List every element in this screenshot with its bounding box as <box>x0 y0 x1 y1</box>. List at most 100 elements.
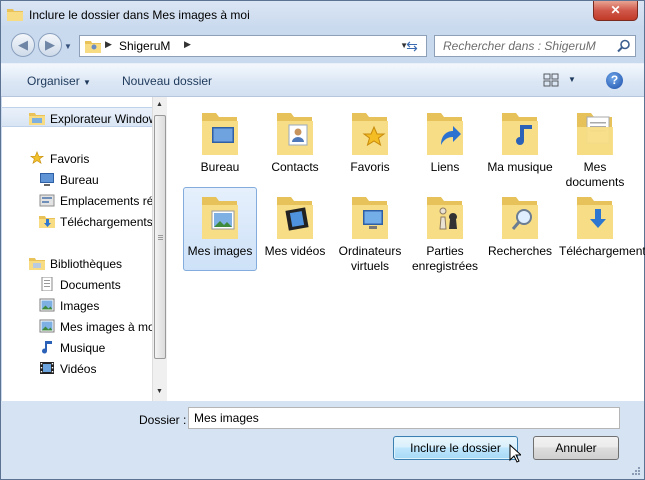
close-button[interactable]: ✕ <box>593 1 638 21</box>
nav-item-documents[interactable]: Documents <box>2 274 152 294</box>
folder-item-parties-enregistrees[interactable]: Parties enregistrées <box>408 187 482 273</box>
address-field[interactable]: ▶ ShigeruM ▶ ▼ <box>79 35 427 57</box>
desktop-icon <box>40 173 54 186</box>
change-view-icon[interactable] <box>543 73 559 87</box>
folder-item-contacts[interactable]: Contacts <box>258 103 332 187</box>
navigation-pane: Explorateur Windows Favoris Bureau Empla… <box>2 97 152 401</box>
address-bar-row: ◀ ▶ ▼ ▶ ShigeruM ▶ ▼ ⇆ <box>1 29 644 63</box>
search-icon[interactable] <box>617 39 631 53</box>
downloads-folder-icon <box>577 197 613 239</box>
folder-label: Parties enregistrées <box>411 244 479 273</box>
music-icon <box>42 341 52 354</box>
include-folder-button[interactable]: Inclure le dossier <box>393 436 518 460</box>
scroll-up-icon[interactable]: ▲ <box>156 101 163 108</box>
nav-item-recent-places[interactable]: Emplacements récents <box>2 190 152 210</box>
resize-grip-icon[interactable] <box>631 466 641 476</box>
search-box[interactable] <box>434 35 636 57</box>
virtual-machines-folder-icon <box>352 197 388 239</box>
refresh-icon[interactable]: ⇆ <box>401 36 423 56</box>
folder-label: Recherches <box>487 244 553 258</box>
back-button[interactable]: ◀ <box>11 33 35 57</box>
search-input[interactable] <box>435 36 623 56</box>
music-folder-icon <box>502 113 538 155</box>
folder-name-field[interactable]: Mes images <box>188 407 620 429</box>
grip-line <box>158 235 163 236</box>
folder-icon <box>7 9 23 21</box>
folder-item-ordinateurs-virtuels[interactable]: Ordinateurs virtuels <box>333 187 407 273</box>
title-bar[interactable]: Inclure le dossier dans Mes images à moi… <box>1 1 644 29</box>
help-button[interactable]: ? <box>606 72 623 89</box>
nav-item-videos[interactable]: Vidéos <box>2 358 152 378</box>
mouse-cursor-icon <box>509 444 521 463</box>
nav-item-label: Téléchargements <box>60 215 152 229</box>
user-folder-icon <box>85 41 101 53</box>
nav-item-label: Images <box>60 299 100 313</box>
forward-button[interactable]: ▶ <box>38 33 62 57</box>
folder-item-favoris[interactable]: Favoris <box>333 103 407 187</box>
nav-item-label: Mes images à moi <box>60 320 152 334</box>
dialog-window: Inclure le dossier dans Mes images à moi… <box>0 0 645 480</box>
folder-view: Bureau Contacts Favoris Liens Ma musique… <box>167 97 645 401</box>
folder-label: Mes documents <box>565 160 625 189</box>
searches-folder-icon <box>502 197 538 239</box>
folder-label: Ma musique <box>487 160 553 174</box>
folder-item-mes-images[interactable]: Mes images <box>183 187 257 271</box>
pictures-icon <box>39 298 55 312</box>
breadcrumb-item[interactable]: ShigeruM <box>119 39 170 53</box>
breadcrumb-chevron-icon[interactable]: ▶ <box>105 39 112 50</box>
nav-item-label: Bibliothèques <box>50 257 123 271</box>
nav-item-label: Favoris <box>50 152 90 166</box>
contacts-folder-icon <box>277 113 313 155</box>
chevron-down-icon: ▼ <box>83 78 91 87</box>
scrollbar-thumb[interactable] <box>154 115 166 359</box>
folder-item-ma-musique[interactable]: Ma musique <box>483 103 557 187</box>
command-bar: Organiser ▼ Nouveau dossier ▼ ? <box>1 63 644 97</box>
videos-icon <box>40 362 54 374</box>
folder-item-liens[interactable]: Liens <box>408 103 482 187</box>
explorer-folder-icon <box>29 113 45 125</box>
nav-item-downloads[interactable]: Téléchargements <box>2 211 152 231</box>
nav-item-libraries[interactable]: Bibliothèques <box>2 253 152 273</box>
folder-field-label: Dossier : <box>139 413 187 427</box>
nav-item-favorites[interactable]: Favoris <box>2 148 152 168</box>
folder-item-recherches[interactable]: Recherches <box>483 187 557 271</box>
favorites-star-icon <box>29 151 45 164</box>
folder-item-bureau[interactable]: Bureau <box>183 103 257 187</box>
folder-label: Mes images <box>187 244 253 258</box>
nav-item-pictures[interactable]: Images <box>2 295 152 315</box>
nav-item-label: Documents <box>60 278 121 292</box>
cancel-button[interactable]: Annuler <box>533 436 619 460</box>
folder-label: Mes vidéos <box>264 244 326 258</box>
folder-label: Bureau <box>200 160 240 174</box>
organise-menu-button[interactable]: Organiser ▼ <box>27 74 91 88</box>
nav-item-label: Vidéos <box>60 362 97 376</box>
new-folder-button[interactable]: Nouveau dossier <box>122 74 212 88</box>
folder-item-telechargements[interactable]: Téléchargements <box>558 187 645 271</box>
grip-line <box>158 237 163 238</box>
nav-item-label: Bureau <box>60 173 99 187</box>
nav-item-label: Musique <box>60 341 106 355</box>
folder-label: Favoris <box>350 160 390 174</box>
folder-item-mes-videos[interactable]: Mes vidéos <box>258 187 332 271</box>
folder-label: Liens <box>430 160 460 174</box>
folder-label: Téléchargements <box>559 244 645 258</box>
videos-folder-icon <box>277 197 313 239</box>
documents-icon <box>41 277 53 291</box>
favorites-folder-icon <box>352 113 388 155</box>
links-folder-icon <box>427 113 463 155</box>
recent-pages-dropdown[interactable]: ▼ <box>64 42 72 51</box>
nav-item-desktop[interactable]: Bureau <box>2 169 152 189</box>
nav-pane-scrollbar[interactable]: ▲ ▼ <box>152 97 167 401</box>
nav-item-music[interactable]: Musique <box>2 337 152 357</box>
saved-games-folder-icon <box>427 197 463 239</box>
folder-label: Ordinateurs virtuels <box>338 244 402 273</box>
nav-item-my-pictures[interactable]: Mes images à moi <box>2 316 152 336</box>
view-options-dropdown-icon[interactable]: ▼ <box>568 75 576 84</box>
window-title: Inclure le dossier dans Mes images à moi <box>29 8 250 22</box>
organise-label: Organiser <box>27 74 80 88</box>
folder-item-mes-documents[interactable]: Mes documents <box>558 103 632 189</box>
breadcrumb-chevron-icon[interactable]: ▶ <box>184 39 191 50</box>
documents-folder-icon <box>577 113 613 155</box>
nav-item-explorer[interactable]: Explorateur Windows <box>2 107 152 127</box>
scroll-down-icon[interactable]: ▼ <box>156 388 163 395</box>
